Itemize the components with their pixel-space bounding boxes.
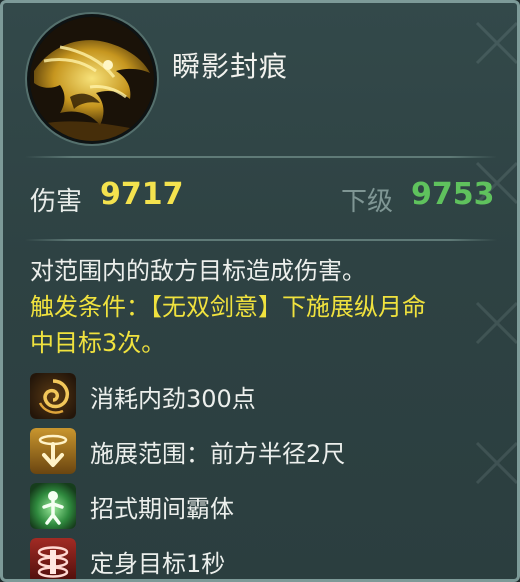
skill-tooltip: 瞬影封痕 伤害 9717 下级 9753 对范围内的敌方目标造成伤害。 触发条件… — [0, 0, 520, 582]
skill-description: 对范围内的敌方目标造成伤害。 触发条件：【无双剑意】下施展纵月命 中目标3次。 — [30, 253, 500, 361]
effect-text: 消耗内劲300点 — [90, 385, 256, 413]
divider — [25, 239, 497, 241]
effect-text: 招式期间霸体 — [90, 495, 234, 523]
effect-text: 定身目标1秒 — [90, 550, 226, 578]
next-level-value: 9753 — [411, 177, 495, 212]
range-arrow-icon — [30, 428, 76, 474]
golden-dragon-skill-icon — [30, 17, 154, 141]
root-rings-icon — [30, 538, 76, 579]
effect-item: 招式期间霸体 — [30, 479, 500, 534]
damage-value: 9717 — [100, 177, 184, 212]
damage-row: 伤害 9717 下级 9753 — [30, 175, 495, 219]
effects-list: 消耗内劲300点 施展范围：前方半径2尺 招式期间霸体 定身目标1秒 — [30, 369, 500, 579]
description-text: 对范围内的敌方目标造成伤害。 — [30, 257, 366, 285]
divider — [25, 156, 497, 158]
effect-text: 施展范围：前方半径2尺 — [90, 440, 346, 468]
trigger-condition-line: 中目标3次。 — [30, 329, 166, 357]
swirl-icon — [30, 373, 76, 419]
skill-header: 瞬影封痕 — [30, 15, 500, 145]
figure-glow-icon — [30, 483, 76, 529]
effect-item: 定身目标1秒 — [30, 534, 500, 579]
next-level-label: 下级 — [341, 187, 394, 217]
effect-item: 施展范围：前方半径2尺 — [30, 424, 500, 479]
trigger-condition-line: 触发条件：【无双剑意】下施展纵月命 — [30, 293, 426, 321]
damage-label: 伤害 — [30, 187, 83, 217]
skill-name: 瞬影封痕 — [172, 50, 289, 83]
effect-item: 消耗内劲300点 — [30, 369, 500, 424]
